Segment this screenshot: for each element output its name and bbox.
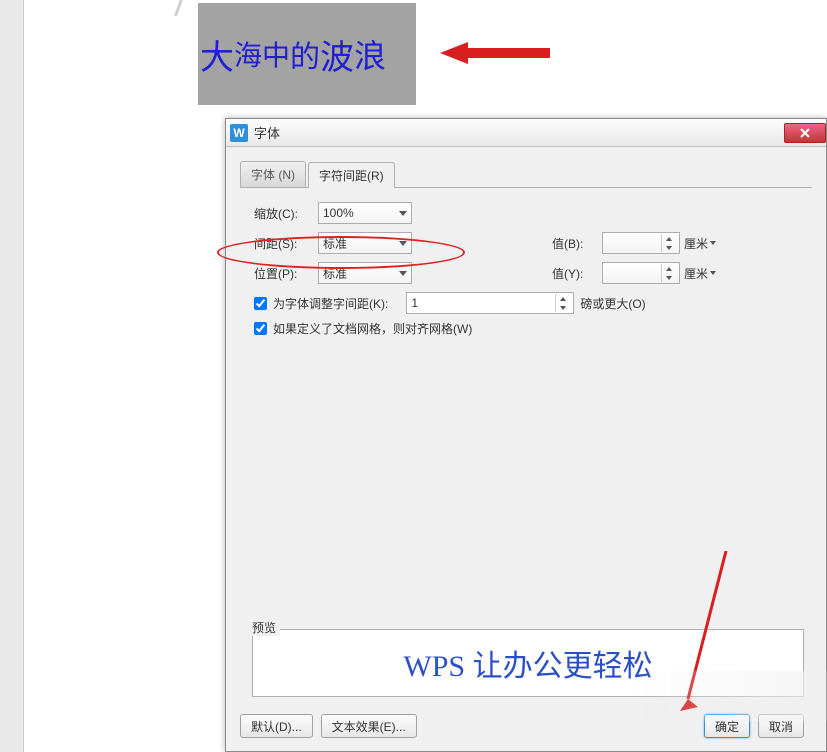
char-0: 大: [200, 30, 234, 79]
spinner-icon[interactable]: [661, 264, 675, 282]
position-combo[interactable]: 标准: [318, 262, 412, 284]
sample-wave-text: 大 海 中 的 波 浪: [198, 3, 416, 105]
dialog-title: 字体: [254, 123, 280, 142]
annotation-arrow-left: [440, 40, 550, 66]
chevron-down-icon: [399, 271, 407, 276]
close-button[interactable]: [784, 123, 826, 143]
preview-text: WPS 让办公更轻松: [403, 641, 652, 685]
tab-strip: 字体 (N) 字符间距(R): [240, 161, 812, 188]
spacing-value: 标准: [323, 235, 347, 252]
position-label: 位置(P):: [254, 265, 318, 282]
font-dialog: W 字体 字体 (N) 字符间距(R) 缩放(C): 100% 间距(S): 标…: [225, 118, 827, 752]
position-unit-combo[interactable]: 厘米: [684, 262, 730, 284]
chevron-down-icon: [710, 241, 716, 245]
spinner-icon[interactable]: [555, 294, 569, 312]
char-3: 的: [290, 32, 320, 76]
scaling-value: 100%: [323, 206, 354, 220]
char-1: 海: [234, 34, 262, 74]
position-value: 标准: [323, 265, 347, 282]
dialog-titlebar[interactable]: W 字体: [226, 119, 826, 147]
text-effects-button[interactable]: 文本效果(E)...: [321, 714, 417, 738]
kerning-checkbox[interactable]: [254, 297, 267, 310]
chevron-down-icon: [710, 271, 716, 275]
app-icon: W: [230, 124, 248, 142]
preview-group-label: 预览: [248, 619, 280, 636]
default-button[interactable]: 默认(D)...: [240, 714, 313, 738]
position-value-input[interactable]: [602, 262, 680, 284]
position-val-label: 值(Y):: [552, 265, 602, 282]
char-5: 浪: [354, 31, 386, 77]
chevron-down-icon: [399, 241, 407, 246]
tab-font[interactable]: 字体 (N): [240, 161, 306, 187]
tab-char-spacing[interactable]: 字符间距(R): [308, 162, 395, 188]
spacing-label: 间距(S):: [254, 235, 318, 252]
grid-align-label: 如果定义了文档网格，则对齐网格(W): [273, 320, 472, 337]
scaling-label: 缩放(C):: [254, 205, 318, 222]
char-2: 中: [262, 34, 290, 74]
spacing-unit-combo[interactable]: 厘米: [684, 232, 730, 254]
kerning-unit: 磅或更大(O): [580, 295, 645, 312]
spacing-combo[interactable]: 标准: [318, 232, 412, 254]
grid-align-checkbox[interactable]: [254, 322, 267, 335]
char-4: 波: [320, 30, 354, 79]
scaling-combo[interactable]: 100%: [318, 202, 412, 224]
spacing-value-input[interactable]: [602, 232, 680, 254]
blur-overlay: [636, 671, 826, 721]
spacing-val-label: 值(B):: [552, 235, 602, 252]
chevron-down-icon: [399, 211, 407, 216]
kerning-label: 为字体调整字间距(K):: [273, 295, 388, 312]
kerning-value-input[interactable]: 1: [406, 292, 574, 314]
spinner-icon[interactable]: [661, 234, 675, 252]
